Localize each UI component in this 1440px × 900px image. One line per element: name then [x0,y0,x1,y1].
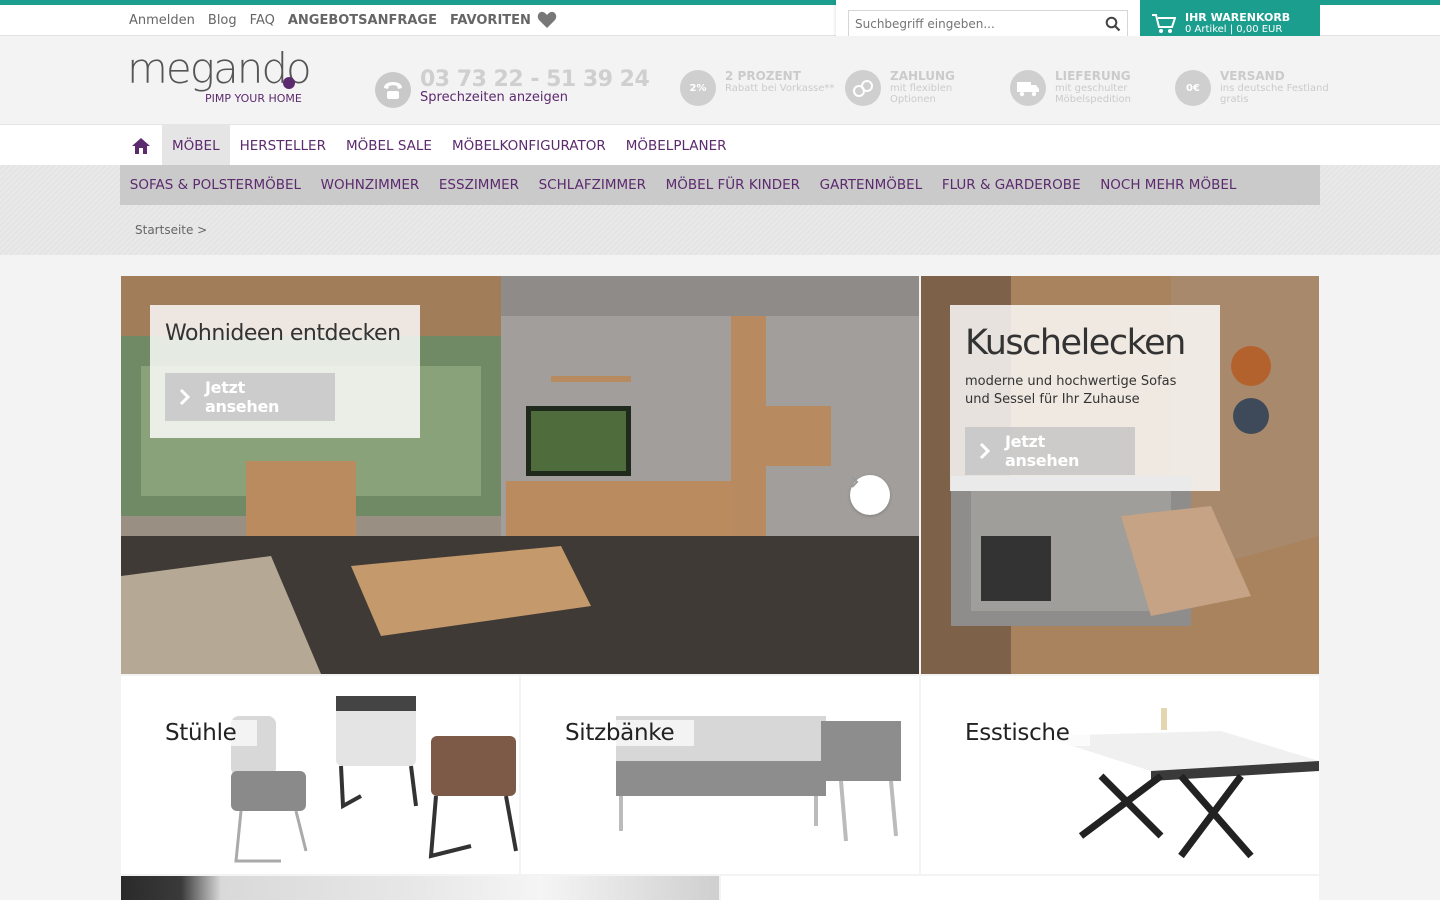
subnav-esszimmer[interactable]: ESSZIMMER [429,177,529,193]
header: megando PIMP YOUR HOME 03 73 22 - 51 39 … [0,36,1440,126]
hero-left-overlay: Wohnideen entdecken Jetzt ansehen [150,305,420,438]
subnav-schlafzimmer[interactable]: SCHLAFZIMMER [529,177,656,193]
nav-moebel-sale[interactable]: MÖBEL SALE [336,125,442,166]
hero-right-button-label: Jetzt ansehen [1005,432,1080,470]
search-input[interactable] [849,11,1099,37]
category-stuehle[interactable]: Stühle [121,676,519,874]
favorites-link[interactable]: FAVORITEN [450,11,557,29]
usp-discount: 2% 2 PROZENT Rabatt bei Vorkasse** [680,69,834,110]
discount-badge-icon: 2% [680,70,716,106]
cart-icon [1152,14,1176,33]
main-nav-items: MÖBEL HERSTELLER MÖBEL SALE MÖBELKONFIGU… [120,125,1320,166]
faq-link[interactable]: FAQ [250,11,275,29]
bottom-banner-image[interactable] [121,876,719,900]
nav-moebel[interactable]: MÖBEL [162,125,230,166]
subnav-kinder[interactable]: MÖBEL FÜR KINDER [656,177,810,193]
hero-left-button[interactable]: Jetzt ansehen [165,373,335,421]
subnav-flur[interactable]: FLUR & GARDEROBE [932,177,1090,193]
chairs-image [231,696,518,863]
usp-text: ins deutsche Festland gratis [1220,83,1329,105]
home-button[interactable] [120,125,162,166]
hero-cozy-corners[interactable]: Kuschelecken moderne und hochwertige Sof… [921,276,1319,674]
category-esstische[interactable]: Esstische [921,676,1319,874]
chevron-right-icon [979,442,991,460]
breadcrumb[interactable]: Startseite > [135,223,207,237]
blog-link[interactable]: Blog [208,11,237,29]
nav-moebelplaner[interactable]: MÖBELPLANER [616,125,737,166]
usp-shipping: 0€ VERSAND ins deutsche Festland gratis [1175,69,1329,110]
hero-living-room[interactable]: Wohnideen entdecken Jetzt ansehen [121,276,919,674]
quote-request-link[interactable]: ANGEBOTSANFRAGE [288,11,437,29]
usp-title: ZAHLUNG [890,69,955,83]
hero-left-title: Wohnideen entdecken [165,321,401,346]
hero-left-button-label: Jetzt ansehen [205,378,280,416]
subnav-mehr[interactable]: NOCH MEHR MÖBEL [1090,177,1246,193]
payment-icon [845,70,881,106]
truck-icon [1010,70,1046,106]
phone-number: 03 73 22 - 51 39 24 [420,67,650,92]
hero-right-title: Kuschelecken [965,323,1186,363]
home-icon [132,137,150,154]
usp-title: LIEFERUNG [1055,69,1131,83]
usp-payment: ZAHLUNG mit flexiblen Optionen [845,69,995,110]
hero-right-text: moderne und hochwertige Sofas und Sessel… [965,374,1177,407]
category-sitzbaenke[interactable]: Sitzbänke [521,676,919,874]
usp-text: Rabatt bei Vorkasse** [725,83,835,94]
phone-icon [375,72,411,108]
nav-moebelkonfigurator[interactable]: MÖBELKONFIGURATOR [442,125,616,166]
login-link[interactable]: Anmelden [129,11,195,29]
chevron-right-icon [179,388,191,406]
usp-text: mit geschulter Möbelspedition [1055,83,1132,105]
hero-right-button[interactable]: Jetzt ansehen [965,427,1135,475]
logo-dot [283,77,295,89]
subnav-garten[interactable]: GARTENMÖBEL [810,177,932,193]
table-image [1041,708,1319,859]
top-links: Anmelden Blog FAQ ANGEBOTSANFRAGE FAVORI… [129,11,570,29]
logo[interactable]: megando PIMP YOUR HOME [127,44,312,110]
search-icon[interactable] [1105,16,1121,32]
category-label: Esstische [965,720,1090,746]
usp-text: mit flexiblen Optionen [890,83,953,105]
slider-next-button[interactable] [850,475,890,515]
free-shipping-badge-icon: 0€ [1175,70,1211,106]
heart-icon [537,11,557,28]
logo-tagline: PIMP YOUR HOME [205,92,302,105]
chevron-right-icon [851,476,859,488]
logo-word: megando [127,44,312,93]
bottom-banner-right [721,876,1319,900]
usp-delivery: LIEFERUNG mit geschulter Möbelspedition [1010,69,1160,110]
usp-title: 2 PROZENT [725,69,801,83]
subnav-wohnzimmer[interactable]: WOHNZIMMER [311,177,429,193]
category-label: Sitzbänke [565,720,695,746]
usp-title: VERSAND [1220,69,1285,83]
cart-title: IHR WARENKORB [1185,11,1291,24]
nav-hersteller[interactable]: HERSTELLER [230,125,336,166]
search-box [848,10,1128,38]
subnav-sofas[interactable]: SOFAS & POLSTERMÖBEL [120,177,311,193]
hero-right-overlay: Kuschelecken moderne und hochwertige Sof… [950,305,1220,491]
favorites-label: FAVORITEN [449,12,531,28]
bench-image [616,716,901,842]
cart-summary: 0 Artikel | 0,00 EUR [1185,24,1283,35]
main-nav: MÖBEL HERSTELLER MÖBEL SALE MÖBELKONFIGU… [0,124,1440,166]
category-label: Stühle [165,720,257,746]
sub-nav: SOFAS & POLSTERMÖBEL WOHNZIMMER ESSZIMME… [120,165,1320,205]
office-hours-link[interactable]: Sprechzeiten anzeigen [420,90,568,105]
